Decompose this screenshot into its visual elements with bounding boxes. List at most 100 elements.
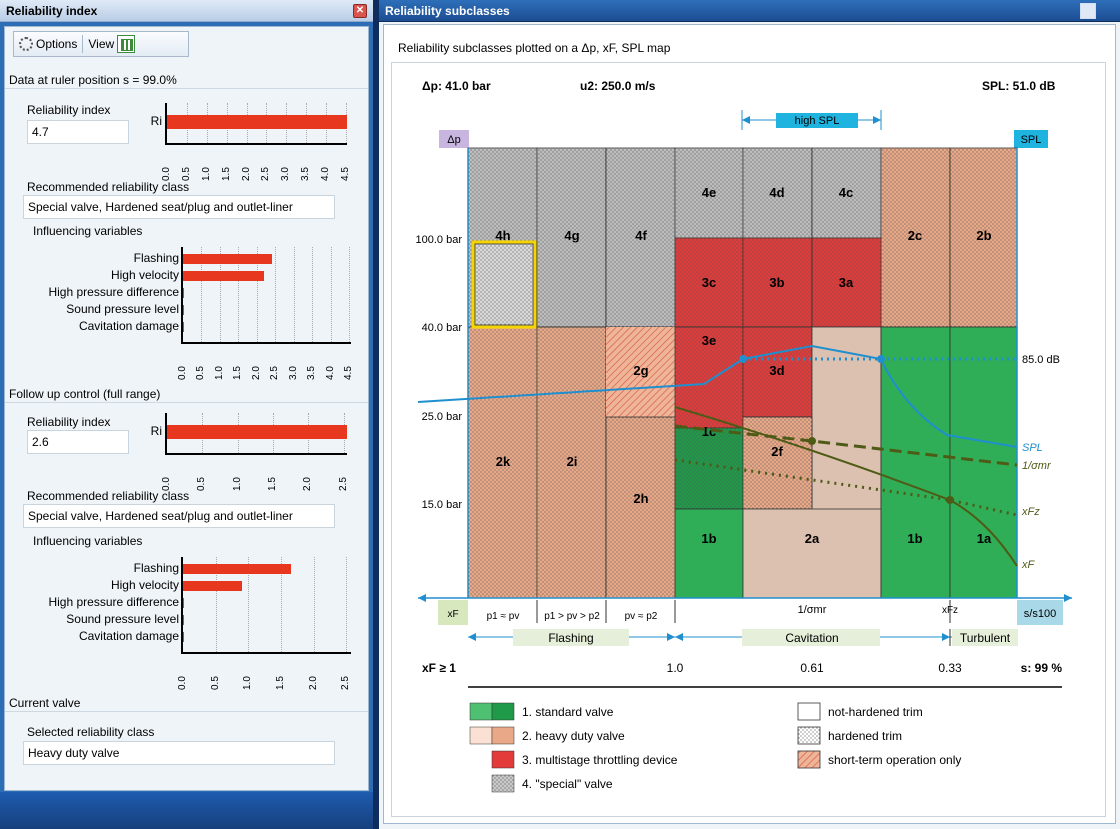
class-value-field-2: Special valve, Hardened seat/plug and ou… xyxy=(23,504,335,528)
subclass-label: 4g xyxy=(564,228,579,243)
spl-tag-label: SPL xyxy=(1021,134,1042,146)
cell-4h-selected-texture xyxy=(475,244,533,325)
legend-short-term: short-term operation only xyxy=(828,753,961,767)
subclass-label: 2f xyxy=(771,444,783,459)
current-valve-header: Current valve xyxy=(5,694,368,712)
influencing-tick-label: 0.5 xyxy=(209,676,221,690)
legend-swatch-special-dots xyxy=(492,775,514,792)
ri-tick-label: 3.5 xyxy=(300,167,312,181)
cell-1b-left[interactable] xyxy=(674,508,744,599)
left-panel-footer xyxy=(0,792,373,829)
flashing-label: Flashing xyxy=(548,631,593,645)
influencing-tick-label: 1.5 xyxy=(275,676,287,690)
influencing-chart-2: 0.0 0.5 1.0 1.5 2.0 2.5 Flashing High velocity H… xyxy=(15,553,355,693)
legend-swatch-multistage xyxy=(491,750,515,769)
subclass-label: 4d xyxy=(769,185,784,200)
ri-chart-1: 0.0 0.5 1.0 1.5 2.0 2.5 3.0 3.5 4.0 4.5 Ri xyxy=(135,99,351,181)
ri-tick-label: 1.5 xyxy=(220,167,232,181)
influencing-gridline xyxy=(275,247,277,342)
subclass-label: 2a xyxy=(805,531,820,546)
y-label-100: 100.0 bar xyxy=(416,234,463,246)
view-button[interactable]: View xyxy=(83,32,140,56)
turbulent-label: Turbulent xyxy=(960,631,1011,645)
legend-swatch-hardened xyxy=(798,727,820,744)
legend-swatch-short-term xyxy=(797,750,821,769)
ri-tick-label: 0.0 xyxy=(161,167,172,181)
cell-2a[interactable] xyxy=(742,508,882,599)
y-label-15: 15.0 bar xyxy=(422,499,463,511)
ri-bar xyxy=(167,425,347,439)
influencing-variable-label: Cavitation damage xyxy=(78,629,179,643)
subclass-label: 3c xyxy=(702,275,716,290)
influencing-variable-label: High pressure difference xyxy=(48,595,179,609)
close-icon[interactable]: ✕ xyxy=(353,4,367,18)
influencing-gridline xyxy=(313,557,315,652)
subclass-label: 2c xyxy=(908,228,922,243)
dp-tag-label: Δp xyxy=(447,134,460,146)
selected-class-field: Heavy duty valve xyxy=(23,741,335,765)
reliability-map: Δp: 41.0 bar u2: 250.0 m/s SPL: 51.0 dB … xyxy=(416,79,1072,793)
class-label-1: Recommended reliability class xyxy=(27,180,190,194)
xfz-marker xyxy=(946,496,954,504)
view-grid-icon[interactable] xyxy=(117,35,136,53)
influencing-variable-label: Cavitation damage xyxy=(78,319,179,333)
dp-header: Δp: 41.0 bar xyxy=(422,79,491,93)
y-label-25: 25.0 bar xyxy=(422,411,463,423)
influencing-gridline xyxy=(330,247,332,342)
influencing-tick-label: 4.0 xyxy=(324,366,336,380)
scale-tick-1: 1.0 xyxy=(667,661,684,675)
cell-2h-texture xyxy=(606,417,675,598)
influencing-gridline xyxy=(346,557,348,652)
influencing-tick-label: 1.0 xyxy=(213,366,225,380)
influencing-tick-label: 4.5 xyxy=(343,366,355,380)
influencing-axis-x xyxy=(181,342,351,344)
xfz-curve-label: xFz xyxy=(1021,506,1040,518)
legend-multistage: 3. multistage throttling device xyxy=(522,753,678,767)
subclasses-body: Reliability subclasses plotted on a Δp, … xyxy=(383,24,1116,824)
influencing-tick-label: 0.5 xyxy=(195,366,207,380)
subclass-label: 1b xyxy=(907,531,922,546)
ri-tick-label: 3.0 xyxy=(280,167,292,181)
followup-header: Follow up control (full range) xyxy=(5,385,368,403)
map-frame: Δp: 41.0 bar u2: 250.0 m/s SPL: 51.0 dB … xyxy=(391,62,1106,817)
ri-tick-label: 2.5 xyxy=(260,167,272,181)
ri-bar-label: Ri xyxy=(150,114,162,128)
influencing-variable-label: High velocity xyxy=(110,578,179,592)
toolbar: Options View xyxy=(13,31,189,57)
legend-swatch-heavy-b xyxy=(491,726,515,745)
legend-swatch-standard-b xyxy=(491,702,515,721)
xf-tag-label: xF xyxy=(447,609,458,620)
panel-title-reliability-subclasses: Reliability subclasses xyxy=(379,0,1120,22)
influencing-variable-bar xyxy=(183,254,272,264)
ruler-position-header: Data at ruler position s = 99.0% xyxy=(5,71,368,89)
influencing-variable-bar xyxy=(183,288,184,298)
cell-1b-right[interactable] xyxy=(880,326,951,599)
scale-start: xF ≥ 1 xyxy=(422,661,456,675)
influencing-chart-1: 0.0 0.5 1.0 1.5 2.0 2.5 3.0 3.5 4.0 4.5 Flashing Hi… xyxy=(15,243,355,383)
ri-tick-label: 1.0 xyxy=(200,167,212,181)
legend-special: 4. "special" valve xyxy=(522,777,613,791)
subclass-label: 1a xyxy=(977,531,992,546)
influencing-variable-bar xyxy=(183,581,242,591)
subclass-label: 3d xyxy=(769,363,784,378)
ri-tick-label: 1.5 xyxy=(267,477,279,491)
scale-tick-2: 0.61 xyxy=(800,661,824,675)
window-restore-icon[interactable] xyxy=(1080,3,1096,19)
sigma-axis-label: 1/σmr xyxy=(798,604,827,616)
legend-swatch-not-hardened xyxy=(797,702,821,721)
sigma-marker xyxy=(808,437,816,445)
options-button[interactable]: Options xyxy=(14,32,82,56)
influencing-variable-label: High velocity xyxy=(110,268,179,282)
ri-bar xyxy=(167,115,347,129)
reliability-index-panel: Reliability index ✕ Options View Data at… xyxy=(0,0,373,829)
cell-1c-texture xyxy=(675,428,743,509)
ri-tick-label: 0.5 xyxy=(180,167,192,181)
influencing-variable-bar xyxy=(183,564,291,574)
influencing-variable-bar xyxy=(183,322,184,332)
cavitation-label: Cavitation xyxy=(785,631,838,645)
ri-tick-label: 4.0 xyxy=(320,167,332,181)
subclass-label: 2h xyxy=(633,491,648,506)
subclass-label: 4e xyxy=(702,185,716,200)
ri-tick-label: 1.0 xyxy=(231,477,243,491)
subclass-label: 3a xyxy=(839,275,854,290)
